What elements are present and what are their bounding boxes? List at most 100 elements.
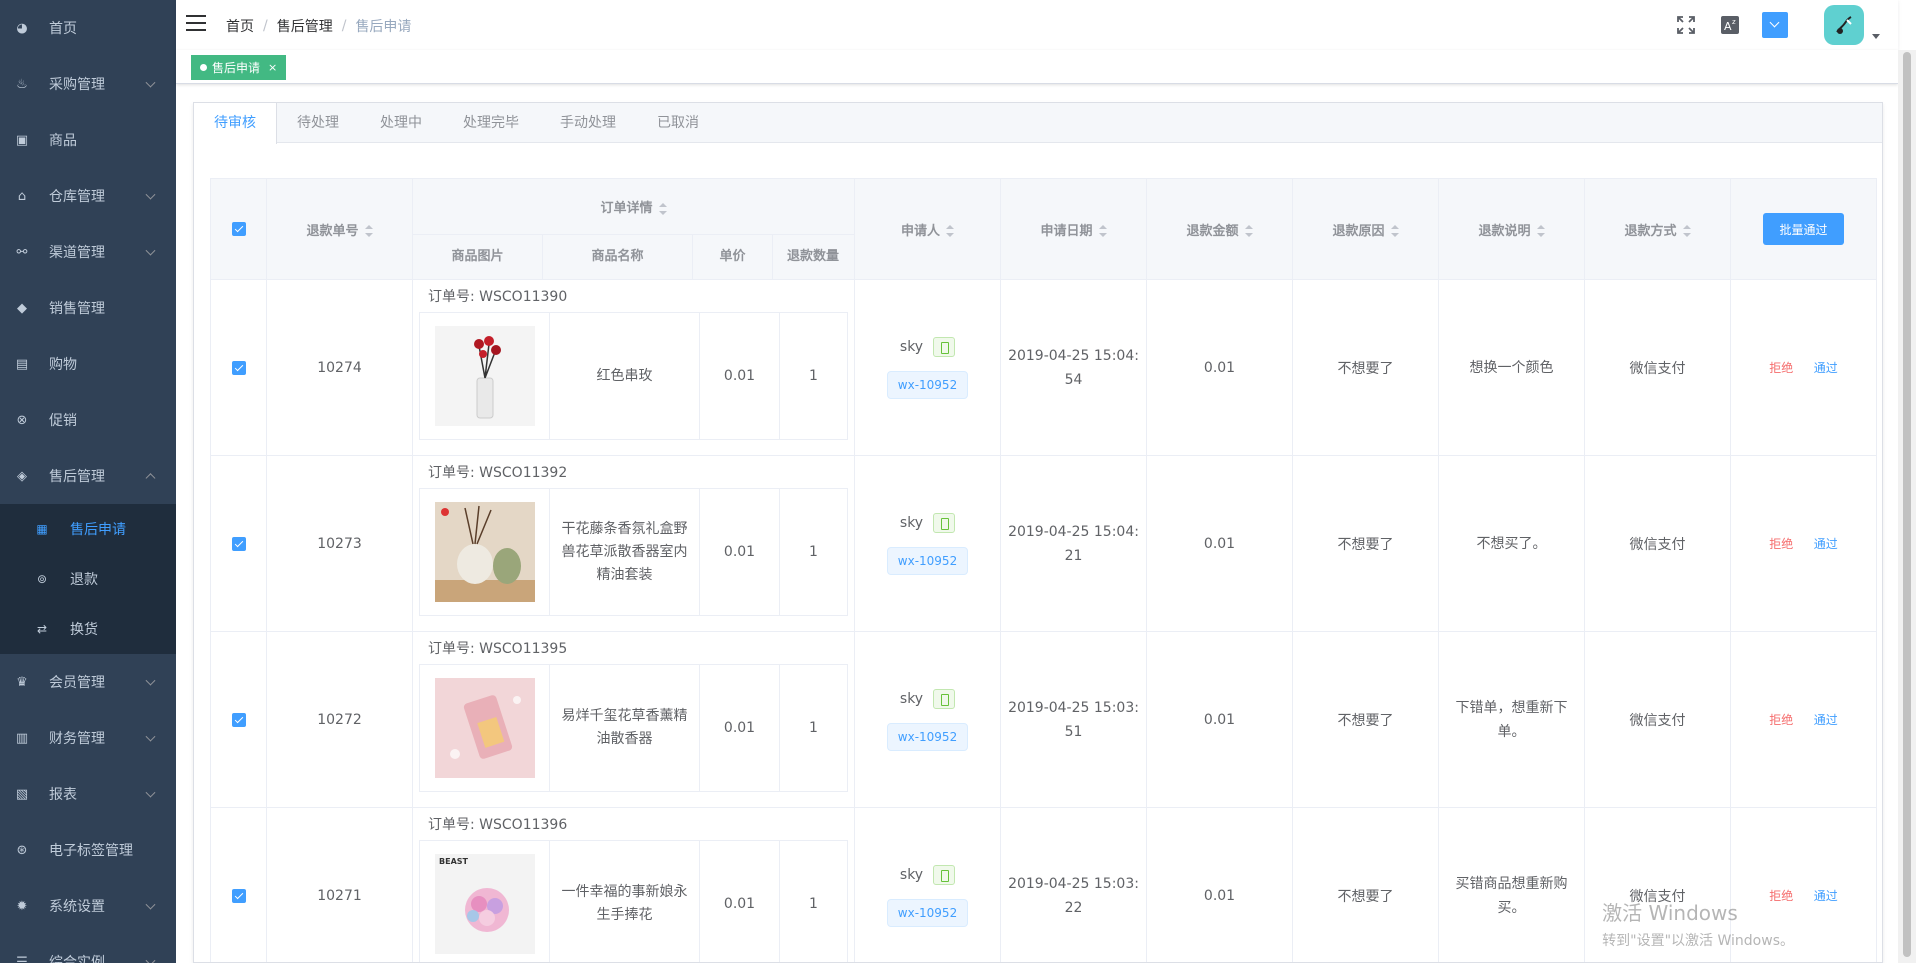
th-order-detail[interactable]: 订单详情 <box>412 178 855 235</box>
sort-icon[interactable] <box>946 225 954 237</box>
hamburger-icon[interactable] <box>186 15 206 33</box>
sidebar-item[interactable]: ♛ 会员管理 <box>0 654 176 710</box>
sort-icon[interactable] <box>1536 225 1545 237</box>
row-checkbox[interactable] <box>231 888 246 903</box>
refund-qty: 1 <box>779 488 848 616</box>
chevron-up-icon <box>145 473 156 484</box>
sidebar-item[interactable]: ♨ 采购管理 <box>0 56 176 112</box>
chevron-down-icon <box>145 245 156 256</box>
submenu-item[interactable]: ⇄ 换货 <box>0 604 176 654</box>
refund-note: 买错商品想重新购买。 <box>1455 875 1568 916</box>
tab-status[interactable]: 已取消 <box>637 103 720 143</box>
sidebar-item[interactable]: ▥ 财务管理 <box>0 710 176 766</box>
price-tag-icon: ◆ <box>17 300 27 316</box>
applicant-name: sky <box>899 514 924 531</box>
refund-note: 不想买了。 <box>1476 535 1547 552</box>
dashboard-icon: ◕ <box>16 20 28 36</box>
th-apply-date[interactable]: 申请日期 <box>1000 178 1147 280</box>
sidebar-item[interactable]: ⊛ 电子标签管理 <box>0 822 176 878</box>
approve-button[interactable]: 通过 <box>1814 537 1838 551</box>
sort-icon[interactable] <box>1682 225 1691 237</box>
refund-no: 10271 <box>266 807 413 962</box>
refund-amount: 0.01 <box>1146 807 1293 962</box>
batch-approve-button[interactable]: 批量通过 <box>1763 213 1844 245</box>
table-row: 10272 订单号: WSCO11395 易烊千玺花草香薰精油散香器 0.01 … <box>210 631 1877 808</box>
breadcrumb-home[interactable]: 首页 <box>226 16 254 36</box>
unit-price: 0.01 <box>699 840 780 962</box>
approve-button[interactable]: 通过 <box>1814 361 1838 375</box>
sort-icon[interactable] <box>658 202 667 215</box>
approve-button[interactable]: 通过 <box>1814 713 1838 727</box>
mobile-icon <box>933 512 956 533</box>
row-checkbox[interactable] <box>231 360 246 375</box>
approve-button[interactable]: 通过 <box>1814 889 1838 903</box>
row-checkbox[interactable] <box>231 536 246 551</box>
apply-date-line2: 54 <box>1064 371 1083 388</box>
scrollbar-thumb[interactable] <box>1903 52 1911 957</box>
product-image <box>419 312 550 440</box>
mobile-icon <box>933 688 956 709</box>
sidebar-item[interactable]: ◈ 售后管理 <box>0 448 176 504</box>
avatar[interactable] <box>1824 5 1864 45</box>
refund-reason: 不想要了 <box>1292 631 1439 808</box>
sidebar-item[interactable]: ⌂ 仓库管理 <box>0 168 176 224</box>
fullscreen-icon[interactable] <box>1674 13 1698 37</box>
svg-text:A: A <box>1724 20 1732 33</box>
sidebar-item[interactable]: ☰ 综合实例 <box>0 934 176 963</box>
close-icon[interactable]: × <box>268 61 277 74</box>
tab-status[interactable]: 手动处理 <box>540 103 637 143</box>
submenu-item[interactable]: ▦ 售后申请 <box>0 504 176 554</box>
applicant-name: sky <box>899 338 924 355</box>
sidebar-item[interactable]: ◕ 首页 <box>0 0 176 56</box>
wx-id-tag: wx-10952 <box>886 898 969 927</box>
th-refund-no[interactable]: 退款单号 <box>266 178 413 280</box>
sidebar-item[interactable]: ▧ 报表 <box>0 766 176 822</box>
sort-icon[interactable] <box>1098 225 1107 237</box>
breadcrumb-aftersales[interactable]: 售后管理 <box>277 16 333 36</box>
sidebar-item[interactable]: ▤ 购物 <box>0 336 176 392</box>
reject-button[interactable]: 拒绝 <box>1769 713 1793 727</box>
tab-status[interactable]: 处理中 <box>360 103 443 143</box>
font-size-icon[interactable]: Az <box>1718 13 1742 37</box>
tab-status[interactable]: 待处理 <box>277 103 360 143</box>
sidebar-item[interactable]: ✹ 系统设置 <box>0 878 176 934</box>
th-refund-note[interactable]: 退款说明 <box>1438 178 1585 280</box>
sort-icon[interactable] <box>1244 225 1253 237</box>
sidebar-item[interactable]: ⊗ 促销 <box>0 392 176 448</box>
submenu-item[interactable]: ⊚ 退款 <box>0 554 176 604</box>
th-refund-method[interactable]: 退款方式 <box>1584 178 1731 280</box>
warehouse-icon: ⌂ <box>17 188 27 204</box>
refund-note-cell: 想换一个颜色 <box>1438 279 1585 456</box>
select-all-checkbox[interactable] <box>231 222 246 236</box>
sort-icon[interactable] <box>364 225 373 237</box>
reject-button[interactable]: 拒绝 <box>1769 537 1793 551</box>
apply-date-cell: 2019-04-25 15:03: 51 <box>1000 631 1147 808</box>
refund-amount: 0.01 <box>1146 279 1293 456</box>
row-checkbox[interactable] <box>231 712 246 727</box>
order-number: 订单号: WSCO11390 <box>428 289 568 305</box>
sidebar-item[interactable]: ◆ 销售管理 <box>0 280 176 336</box>
order-items-table: 干花藤条香氛礼盒野兽花草派散香器室内精油套装 0.01 1 <box>419 488 848 616</box>
refund-no: 10272 <box>266 631 413 808</box>
sidebar-item[interactable]: ▣ 商品 <box>0 112 176 168</box>
th-refund-reason[interactable]: 退款原因 <box>1292 178 1439 280</box>
sort-icon[interactable] <box>1390 225 1399 237</box>
sidebar-item[interactable]: ⚯ 渠道管理 <box>0 224 176 280</box>
refund-reason: 不想要了 <box>1292 807 1439 962</box>
refund-reason: 不想要了 <box>1292 279 1439 456</box>
vertical-scrollbar[interactable] <box>1898 50 1916 963</box>
th-applicant[interactable]: 申请人 <box>854 178 1001 280</box>
table-row: 10273 订单号: WSCO11392 干花藤条香氛礼盒野兽花草派散香器室内精… <box>210 455 1877 632</box>
th-refund-amount[interactable]: 退款金额 <box>1146 178 1293 280</box>
order-item-row: BEAST 一件幸福的事新娘永生手捧花 0.01 1 <box>419 840 848 962</box>
tab-status[interactable]: 处理完毕 <box>443 103 540 143</box>
size-select-dropdown[interactable] <box>1762 12 1788 38</box>
form-icon: ▦ <box>36 522 48 536</box>
refund-note-cell: 下错单，想重新下单。 <box>1438 631 1585 808</box>
chevron-down-icon[interactable] <box>1872 33 1880 39</box>
example-icon: ☰ <box>16 954 28 963</box>
tab-status[interactable]: 待审核 <box>194 103 277 144</box>
product-name-cell: 干花藤条香氛礼盒野兽花草派散香器室内精油套装 <box>549 488 700 616</box>
reject-button[interactable]: 拒绝 <box>1769 361 1793 375</box>
tag-aftersales-apply[interactable]: 售后申请 × <box>191 55 287 80</box>
